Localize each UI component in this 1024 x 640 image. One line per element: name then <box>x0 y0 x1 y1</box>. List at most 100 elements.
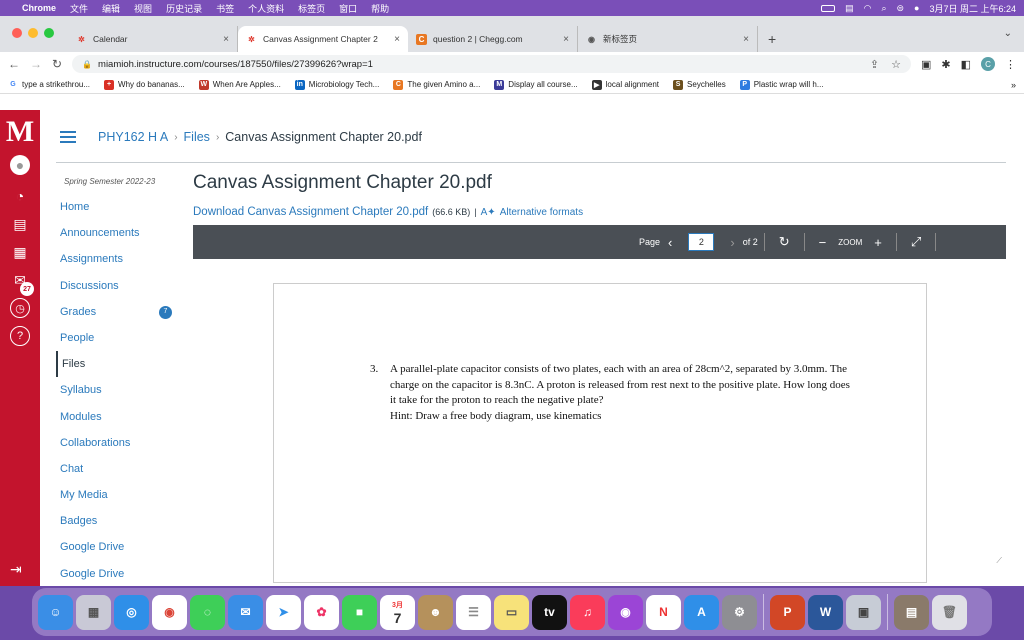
course-nav-assignments[interactable]: Assignments <box>56 246 186 272</box>
next-page-button[interactable]: › <box>730 235 734 250</box>
reload-icon[interactable]: ↻ <box>52 57 62 71</box>
bookmark-item[interactable]: S Seychelles <box>673 79 726 90</box>
menu-item-history[interactable]: 历史记录 <box>166 2 202 15</box>
bookmark-item[interactable]: ▶ local alignment <box>591 79 659 90</box>
menu-item-tab[interactable]: 标签页 <box>298 2 325 15</box>
zoom-window-button[interactable] <box>44 28 54 38</box>
history-icon[interactable]: ◷ <box>10 298 30 318</box>
bookmarks-overflow-button[interactable]: » <box>1011 80 1016 90</box>
course-nav-google-drive-2[interactable]: Google Drive <box>56 561 186 587</box>
fullscreen-button[interactable]: ⤢ <box>911 234 921 250</box>
breadcrumb-course[interactable]: PHY162 H A <box>98 130 168 144</box>
mail-icon[interactable]: ✉ <box>228 594 263 630</box>
page-number-input[interactable]: 2 <box>688 233 715 251</box>
forward-icon[interactable]: → <box>30 57 42 71</box>
bookmark-item[interactable]: W When Are Apples... <box>198 79 281 90</box>
bookmark-item[interactable]: in Microbiology Tech... <box>294 79 379 90</box>
wifi-icon[interactable]: ◠ <box>864 3 872 14</box>
close-icon[interactable]: × <box>743 34 749 45</box>
course-nav-google-drive[interactable]: Google Drive <box>56 534 186 560</box>
clock-text[interactable]: 3月7日 周二 上午6:24 <box>929 2 1016 15</box>
launchpad-icon[interactable]: ▦ <box>76 594 111 630</box>
menu-item-window[interactable]: 窗口 <box>339 2 357 15</box>
tab-canvas-assignment[interactable]: ✲ Canvas Assignment Chapter 2 × <box>238 26 408 52</box>
preview-icon[interactable]: ▣ <box>846 594 881 630</box>
collapse-nav-icon[interactable]: ⇥ <box>10 561 22 578</box>
course-nav-collaborations[interactable]: Collaborations <box>56 430 186 456</box>
course-nav-chat[interactable]: Chat <box>56 456 186 482</box>
safari-icon[interactable]: ◎ <box>114 594 149 630</box>
download-link[interactable]: Download Canvas Assignment Chapter 20.pd… <box>193 206 428 218</box>
more-menu-icon[interactable]: ⋮ <box>1005 58 1016 71</box>
close-icon[interactable]: × <box>563 34 569 45</box>
tab-new-tab[interactable]: ◉ 新标签页 × <box>578 26 758 52</box>
course-nav-announcements[interactable]: Announcements <box>56 220 186 246</box>
course-nav-grades[interactable]: Grades 7 <box>56 299 186 325</box>
lock-icon[interactable]: 🔒 <box>82 60 92 69</box>
previous-page-button[interactable]: ‹ <box>668 235 672 250</box>
course-nav-my-media[interactable]: My Media <box>56 482 186 508</box>
siri-icon[interactable]: ● <box>914 3 919 13</box>
messages-icon[interactable]: ◌ <box>190 594 225 630</box>
menu-item-profile[interactable]: 个人资料 <box>248 2 284 15</box>
powerpoint-icon[interactable]: P <box>770 594 805 630</box>
music-icon[interactable]: ♫ <box>570 594 605 630</box>
zoom-out-button[interactable]: − <box>819 235 827 250</box>
trash-icon[interactable]: 🗑 <box>932 594 967 630</box>
alternative-formats-icon[interactable]: A✦ <box>481 207 496 218</box>
menu-item-bookmarks[interactable]: 书签 <box>216 2 234 15</box>
new-tab-button[interactable]: + <box>758 26 786 52</box>
rotate-button[interactable]: ↻ <box>779 234 790 250</box>
bookmark-item[interactable]: + Why do bananas... <box>104 79 185 90</box>
system-preferences-icon[interactable]: ⚙ <box>722 594 757 630</box>
profile-avatar[interactable]: C <box>981 57 995 71</box>
bookmark-item[interactable]: M Display all course... <box>494 79 578 90</box>
news-icon[interactable]: N <box>646 594 681 630</box>
address-bar[interactable]: 🔒 miamioh.instructure.com/courses/187550… <box>72 55 911 73</box>
control-center-icon[interactable]: ⊜ <box>896 3 904 14</box>
course-nav-discussions[interactable]: Discussions <box>56 273 186 299</box>
menu-app-name[interactable]: Chrome <box>22 3 56 13</box>
bookmark-item[interactable]: C The given Amino a... <box>393 79 480 90</box>
help-icon[interactable]: ? <box>10 326 30 346</box>
finder-icon[interactable]: ☺ <box>38 594 73 630</box>
menu-item-edit[interactable]: 编辑 <box>102 2 120 15</box>
puzzle-icon[interactable]: ✱ <box>941 58 950 71</box>
sidebar-icon[interactable]: ◧ <box>961 58 971 71</box>
app-store-icon[interactable]: A <box>684 594 719 630</box>
apple-tv-icon[interactable]: tv <box>532 594 567 630</box>
minimize-window-button[interactable] <box>28 28 38 38</box>
bookmark-item[interactable]: Gtype a strikethrou... <box>8 80 90 90</box>
breadcrumb-files[interactable]: Files <box>184 130 210 144</box>
close-icon[interactable]: × <box>394 34 400 45</box>
calendar-app-icon[interactable]: 3月 7 <box>380 594 415 630</box>
star-icon[interactable]: ☆ <box>891 58 901 71</box>
maps-icon[interactable]: ➤ <box>266 594 301 630</box>
course-nav-syllabus[interactable]: Syllabus <box>56 377 186 403</box>
word-icon[interactable]: W <box>808 594 843 630</box>
miami-logo[interactable]: M <box>3 117 37 147</box>
resize-handle-icon[interactable]: ⟋ <box>996 556 1002 566</box>
chevron-down-icon[interactable]: ⌄ <box>1004 28 1012 39</box>
share-icon[interactable]: ⇪ <box>870 58 879 71</box>
zoom-in-button[interactable]: + <box>874 235 882 250</box>
menu-item-file[interactable]: 文件 <box>70 2 88 15</box>
battery-icon[interactable] <box>821 4 836 12</box>
course-nav-modules[interactable]: Modules <box>56 404 186 430</box>
menu-item-help[interactable]: 帮助 <box>371 2 389 15</box>
courses-icon[interactable]: ▤ <box>10 214 30 234</box>
notes-icon[interactable]: ▭ <box>494 594 529 630</box>
close-icon[interactable]: × <box>223 34 229 45</box>
flag-icon[interactable]: ▤ <box>845 3 854 14</box>
photos-icon[interactable]: ✿ <box>304 594 339 630</box>
downloads-stack-icon[interactable]: ▤ <box>894 594 929 630</box>
dashboard-icon[interactable]: ◔ <box>10 186 30 206</box>
contacts-icon[interactable]: ☻ <box>418 594 453 630</box>
course-nav-files[interactable]: Files <box>56 351 186 378</box>
podcasts-icon[interactable]: ◉ <box>608 594 643 630</box>
course-nav-people[interactable]: People <box>56 325 186 351</box>
search-icon[interactable]: ⌕ <box>881 3 886 14</box>
reminders-icon[interactable]: ☰ <box>456 594 491 630</box>
calendar-icon[interactable]: ▦ <box>10 242 30 262</box>
course-nav-home[interactable]: Home <box>56 194 186 220</box>
